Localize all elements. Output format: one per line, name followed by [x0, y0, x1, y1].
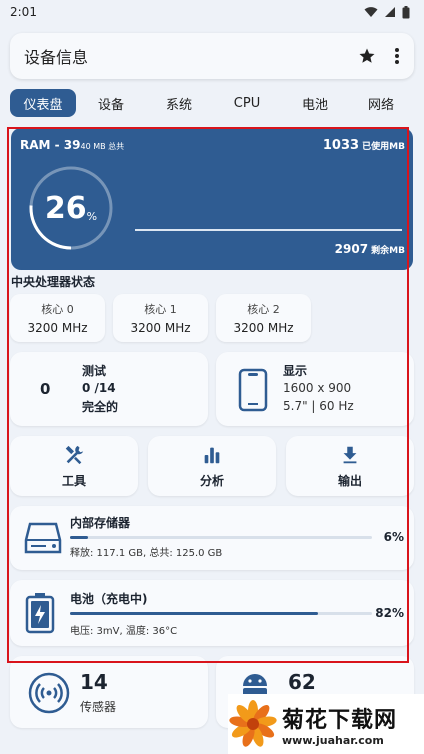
more-vert-icon[interactable] — [394, 47, 400, 65]
chart-icon — [204, 447, 220, 463]
core-freq: 3200 MHz — [27, 321, 88, 335]
watermark-title: 菊花下载网 — [282, 707, 398, 733]
sensors-card[interactable]: 14 传感器 — [10, 656, 208, 728]
status-icons — [364, 5, 410, 19]
battery-percent: 82% — [375, 606, 404, 620]
battery-charging-icon — [25, 593, 55, 634]
tests-count: 0 — [40, 380, 51, 398]
sensors-label: 传感器 — [80, 700, 117, 714]
storage-percent: 6% — [383, 530, 404, 544]
sensors-count: 14 — [80, 670, 108, 694]
core-name: 核心 1 — [144, 303, 177, 316]
ram-gauge-text: 26% — [25, 162, 117, 254]
watermark-url: www.juahar.com — [282, 733, 384, 747]
battery-detail: 电压: 3mV, 温度: 36°C — [70, 626, 178, 637]
core-card-0[interactable]: 核心 0 3200 MHz — [10, 294, 105, 342]
status-time: 2:01 — [10, 5, 37, 19]
storage-bar — [70, 536, 372, 539]
ram-free-unit: 剩余MB — [368, 246, 405, 256]
tests-card[interactable]: 0 测试 0 /14 完全的 — [10, 352, 208, 426]
export-label: 输出 — [337, 473, 362, 488]
tab-network[interactable]: 网络 — [348, 89, 414, 117]
tab-battery[interactable]: 电池 — [282, 89, 348, 117]
watermark: 菊花下载网 www.juahar.com — [228, 694, 424, 754]
ram-title: RAM - 3940 MB 总共 — [20, 138, 124, 152]
battery-status-icon — [402, 5, 410, 18]
battery-bar — [70, 612, 372, 615]
watermark-text: 菊花下载网 www.juahar.com — [282, 702, 397, 747]
tab-device[interactable]: 设备 — [76, 89, 146, 117]
storage-icon — [24, 522, 62, 554]
ram-used-unit: 已使用MB — [359, 142, 405, 152]
storage-card[interactable]: 内部存储器 6% 释放: 117.1 GB, 总共: 125.0 GB — [10, 506, 414, 570]
core-freq: 3200 MHz — [130, 321, 191, 335]
ram-free: 2907 剩余MB — [335, 242, 405, 256]
core-name: 核心 2 — [247, 303, 280, 316]
tab-dashboard[interactable]: 仪表盘 — [10, 89, 76, 117]
ram-title-main: RAM - 39 — [20, 138, 81, 152]
display-resolution: 1600 x 900 — [283, 381, 352, 395]
download-icon — [343, 446, 357, 463]
cpu-section-title: 中央处理器状态 — [11, 275, 96, 289]
display-size: 5.7" | 60 Hz — [283, 399, 354, 413]
apps-count: 62 — [288, 670, 316, 694]
tools-label: 工具 — [61, 473, 86, 488]
phone-icon — [238, 368, 268, 412]
tab-system[interactable]: 系统 — [146, 89, 212, 117]
analyze-label: 分析 — [199, 473, 224, 488]
tests-progress: 0 /14 — [82, 381, 116, 395]
display-label: 显示 — [283, 364, 308, 378]
tests-label: 测试 — [82, 364, 107, 378]
battery-bar-fill — [70, 612, 318, 615]
ram-title-suffix: 40 MB 总共 — [80, 142, 125, 151]
tab-bar: 仪表盘 设备 系统 CPU 电池 网络 — [10, 88, 414, 118]
ram-percent-sign: % — [86, 209, 98, 223]
storage-title: 内部存储器 — [70, 516, 131, 530]
tests-status: 完全的 — [82, 400, 119, 414]
ram-usage-line — [135, 229, 402, 231]
storage-detail: 释放: 117.1 GB, 总共: 125.0 GB — [70, 548, 223, 559]
core-card-2[interactable]: 核心 2 3200 MHz — [216, 294, 311, 342]
display-card[interactable]: 显示 1600 x 900 5.7" | 60 Hz — [216, 352, 414, 426]
star-icon[interactable] — [358, 47, 376, 65]
core-freq: 3200 MHz — [233, 321, 294, 335]
core-card-1[interactable]: 核心 1 3200 MHz — [113, 294, 208, 342]
storage-bar-fill — [70, 536, 89, 539]
tab-cpu[interactable]: CPU — [212, 89, 282, 117]
tools-button[interactable]: 工具 — [10, 436, 138, 496]
analyze-button[interactable]: 分析 — [148, 436, 276, 496]
core-name: 核心 0 — [41, 303, 74, 316]
tools-icon — [65, 445, 84, 464]
ram-card[interactable]: RAM - 3940 MB 总共 1033 已使用MB 26% 2907 剩余M… — [11, 128, 413, 270]
app-bar: 设备信息 — [10, 33, 414, 79]
status-bar: 2:01 — [0, 0, 424, 24]
chrysanthemum-logo-icon — [229, 700, 277, 747]
battery-title: 电池（充电中) — [70, 592, 148, 606]
export-button[interactable]: 输出 — [286, 436, 414, 496]
signal-icon — [385, 7, 395, 17]
sensor-icon — [28, 672, 70, 714]
app-title: 设备信息 — [24, 48, 89, 67]
ram-used-value: 1033 — [322, 138, 360, 153]
battery-card[interactable]: 电池（充电中) 82% 电压: 3mV, 温度: 36°C — [10, 580, 414, 646]
ram-percent: 26 — [44, 190, 87, 226]
ram-used: 1033 已使用MB — [323, 138, 405, 153]
wifi-icon — [364, 7, 378, 17]
app-actions — [358, 47, 400, 65]
ram-free-value: 2907 — [334, 242, 369, 256]
